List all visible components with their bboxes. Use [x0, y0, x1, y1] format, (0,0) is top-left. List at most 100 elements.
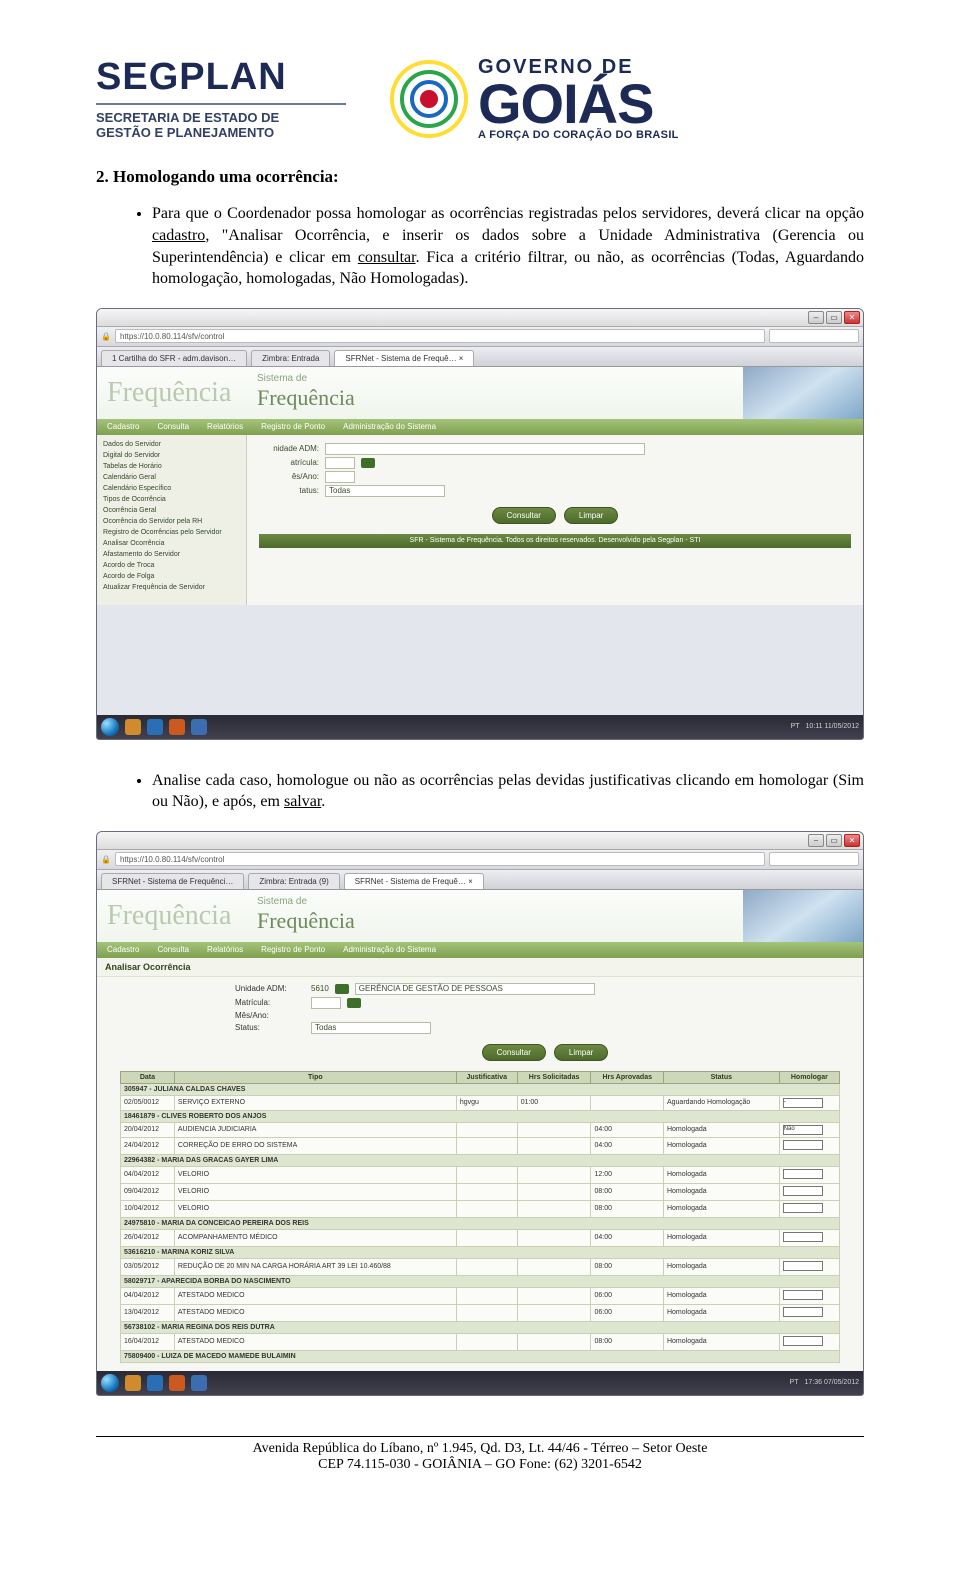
table-row: 20/04/2012AUDIENCIA JUDICIARIA04:00Homol… — [121, 1122, 840, 1137]
status-select[interactable]: Todas — [325, 485, 445, 497]
browser-tab-active[interactable]: SFRNet - Sistema de Frequê… × — [344, 873, 484, 889]
address-bar[interactable]: https://10.0.80.114/sfv/control — [115, 329, 765, 343]
side-item[interactable]: Ocorrência do Servidor pela RH — [97, 516, 246, 527]
matricula-input[interactable] — [311, 997, 341, 1009]
consultar-button[interactable]: Consultar — [492, 507, 556, 524]
taskbar-app-icon[interactable] — [169, 719, 185, 735]
homologar-select[interactable] — [783, 1232, 823, 1242]
unidade-name-field[interactable]: GERÊNCIA DE GESTÃO DE PESSOAS — [355, 983, 595, 995]
homologar-select[interactable] — [783, 1203, 823, 1213]
homologar-select[interactable] — [783, 1186, 823, 1196]
taskbar-app-icon[interactable] — [125, 719, 141, 735]
segplan-title: SEGPLAN — [96, 56, 346, 99]
side-item[interactable]: Calendário Geral — [97, 472, 246, 483]
menu-cadastro[interactable]: Cadastro — [107, 422, 139, 431]
side-item[interactable]: Acordo de Troca — [97, 560, 246, 571]
close-button[interactable]: ✕ — [844, 311, 860, 324]
minimize-button[interactable]: – — [808, 311, 824, 324]
taskbar-app-icon[interactable] — [169, 1375, 185, 1391]
start-button-icon[interactable] — [101, 718, 119, 736]
homologar-select[interactable] — [783, 1336, 823, 1346]
lock-icon: 🔒 — [101, 332, 111, 341]
maximize-button[interactable]: ▭ — [826, 834, 842, 847]
taskbar-app-icon[interactable] — [191, 719, 207, 735]
limpar-button[interactable]: Limpar — [564, 507, 618, 524]
menu-relatorios[interactable]: Relatórios — [207, 422, 243, 431]
brand-watermark: Frequência — [107, 377, 231, 409]
taskbar-app-icon[interactable] — [147, 719, 163, 735]
banner-image — [743, 367, 863, 419]
side-item[interactable]: Atualizar Frequência de Servidor — [97, 582, 246, 593]
lock-icon: 🔒 — [101, 855, 111, 864]
browser-tab[interactable]: 1 Cartilha do SFR - adm.davison… — [101, 350, 247, 366]
section-title: 2. Homologando uma ocorrência: — [96, 167, 864, 187]
side-item[interactable]: Registro de Ocorrências pelo Servidor — [97, 527, 246, 538]
browser-tab[interactable]: Zimbra: Entrada (9) — [248, 873, 339, 889]
limpar-button[interactable]: Limpar — [554, 1044, 608, 1061]
side-item[interactable]: Analisar Ocorrência — [97, 538, 246, 549]
matricula-input[interactable] — [325, 457, 355, 469]
maximize-button[interactable]: ▭ — [826, 311, 842, 324]
table-row: 75809400 - LUIZA DE MACEDO MAMEDE BULAIM… — [121, 1350, 840, 1362]
homologar-select[interactable]: - — [783, 1098, 823, 1108]
address-bar[interactable]: https://10.0.80.114/sfv/control — [115, 852, 765, 866]
segplan-logo: SEGPLAN SECRETARIA DE ESTADO DE GESTÃO E… — [96, 56, 346, 141]
browser-tab[interactable]: SFRNet - Sistema de Frequênci… — [101, 873, 244, 889]
taskbar-app-icon[interactable] — [125, 1375, 141, 1391]
app-banner: Frequência Sistema de Frequência — [97, 367, 863, 419]
menu-cadastro[interactable]: Cadastro — [107, 945, 139, 954]
segplan-sub2: GESTÃO E PLANEJAMENTO — [96, 126, 346, 141]
menu-consulta[interactable]: Consulta — [157, 422, 189, 431]
menu-registro[interactable]: Registro de Ponto — [261, 422, 325, 431]
table-row: 09/04/2012VELORIO08:00Homologada — [121, 1183, 840, 1200]
system-tray: PT10:11 11/05/2012 — [791, 723, 859, 730]
side-item[interactable]: Ocorrência Geral — [97, 505, 246, 516]
table-row: 22964382 - MARIA DAS GRACAS GAYER LIMA — [121, 1154, 840, 1166]
taskbar-app-icon[interactable] — [191, 1375, 207, 1391]
menu-admin[interactable]: Administração do Sistema — [343, 422, 436, 431]
status-select[interactable]: Todas — [311, 1022, 431, 1034]
homologar-select[interactable]: Não — [783, 1125, 823, 1135]
table-header: Hrs Aprovadas — [591, 1071, 663, 1083]
table-header: Data — [121, 1071, 175, 1083]
menu-consulta[interactable]: Consulta — [157, 945, 189, 954]
homologar-select[interactable] — [783, 1290, 823, 1300]
goias-emblem-icon — [390, 60, 468, 138]
search-icon[interactable] — [769, 329, 859, 343]
homologar-select[interactable] — [783, 1169, 823, 1179]
window-titlebar: – ▭ ✕ — [97, 309, 863, 327]
lookup-icon[interactable] — [347, 998, 361, 1008]
menu-registro[interactable]: Registro de Ponto — [261, 945, 325, 954]
homologar-select[interactable] — [783, 1140, 823, 1150]
menu-admin[interactable]: Administração do Sistema — [343, 945, 436, 954]
taskbar-app-icon[interactable] — [147, 1375, 163, 1391]
side-item[interactable]: Digital do Servidor — [97, 450, 246, 461]
side-item[interactable]: Calendário Específico — [97, 483, 246, 494]
app-menubar: Cadastro Consulta Relatórios Registro de… — [97, 419, 863, 435]
lookup-icon[interactable] — [335, 984, 349, 994]
side-item[interactable]: Tipos de Ocorrência — [97, 494, 246, 505]
mes-input[interactable] — [325, 471, 355, 483]
side-item[interactable]: Dados do Servidor — [97, 439, 246, 450]
browser-tab-active[interactable]: SFRNet - Sistema de Frequê… × — [334, 350, 474, 366]
homologar-select[interactable] — [783, 1307, 823, 1317]
minimize-button[interactable]: – — [808, 834, 824, 847]
side-item[interactable]: Acordo de Folga — [97, 571, 246, 582]
start-button-icon[interactable] — [101, 1374, 119, 1392]
page-subtitle: Analisar Ocorrência — [97, 958, 863, 977]
taskbar: PT10:11 11/05/2012 — [97, 715, 863, 739]
consultar-button[interactable]: Consultar — [482, 1044, 546, 1061]
browser-tab[interactable]: Zimbra: Entrada — [251, 350, 330, 366]
unidade-input[interactable] — [325, 443, 645, 455]
table-row: 26/04/2012ACOMPANHAMENTO MÉDICO04:00Homo… — [121, 1229, 840, 1246]
browser-search[interactable] — [769, 852, 859, 866]
table-row: 18461879 - CLIVES ROBERTO DOS ANJOS — [121, 1110, 840, 1122]
side-item[interactable]: Afastamento do Servidor — [97, 549, 246, 560]
side-item[interactable]: Tabelas de Horário — [97, 461, 246, 472]
lookup-icon[interactable] — [361, 458, 375, 468]
close-button[interactable]: ✕ — [844, 834, 860, 847]
table-row: 56738102 - MARIA REGINA DOS REIS DUTRA — [121, 1321, 840, 1333]
menu-relatorios[interactable]: Relatórios — [207, 945, 243, 954]
segplan-sub1: SECRETARIA DE ESTADO DE — [96, 111, 346, 126]
homologar-select[interactable] — [783, 1261, 823, 1271]
